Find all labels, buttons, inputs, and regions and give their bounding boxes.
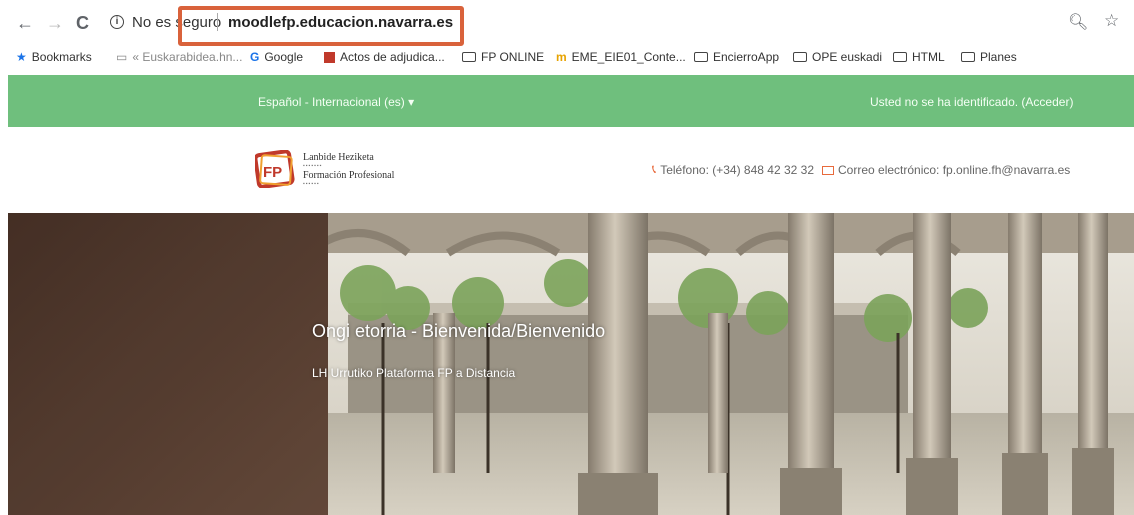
bookmark-label: Actos de adjudica... [340, 50, 445, 64]
bookmark-google[interactable]: G Google [250, 50, 303, 64]
bookmark-planes[interactable]: Planes [961, 50, 1017, 64]
reload-icon[interactable]: C [76, 14, 89, 32]
forward-arrow-icon[interactable]: → [46, 14, 64, 32]
google-icon: G [250, 50, 260, 64]
mail-icon [822, 166, 834, 175]
bookmark-label: Google [264, 50, 304, 64]
logo-line-1: Lanbide Heziketa [303, 152, 374, 163]
star-icon: ★ [16, 50, 27, 64]
bookmark-fp-online[interactable]: FP ONLINE [462, 50, 544, 64]
back-arrow-icon[interactable]: ← [16, 14, 34, 32]
phone-icon: 📞︎ [652, 162, 657, 176]
bookmark-label: HTML [912, 50, 945, 64]
bookmark-label: Planes [980, 50, 1017, 64]
bookmark-html[interactable]: HTML [893, 50, 945, 64]
red-square-icon [324, 51, 335, 63]
hero-cloister-image [8, 213, 1134, 515]
logo-text: Lanbide Heziketa ▪▪▪▪▪▪▪ Formación Profe… [303, 152, 394, 188]
page-icon: ▭ [116, 50, 128, 64]
hero-title: Ongi etorria - Bienvenida/Bienvenido [312, 321, 606, 341]
bookmark-actos[interactable]: Actos de adjudica... [324, 50, 445, 64]
hero-subtitle: LH Urrutiko Plataforma FP a Distancia [312, 366, 516, 380]
folder-icon [694, 52, 708, 62]
bookmark-ope-euskadi[interactable]: OPE euskadi [793, 50, 882, 64]
folder-icon [961, 52, 975, 62]
email-text[interactable]: Correo electrónico: fp.online.fh@navarra… [838, 163, 1070, 177]
language-selector[interactable]: Español - Internacional (es) ▾ [258, 95, 414, 109]
bookmarks-bar: ★ Bookmarks ▭ « Euskarabidea.hn... G Goo… [0, 46, 1134, 70]
bookmark-star-icon[interactable]: ☆ [1104, 11, 1119, 31]
bookmark-label: EncierroApp [713, 50, 780, 64]
bookmark-bookmarks[interactable]: ★ Bookmarks [16, 50, 92, 64]
bookmark-label: EME_EIE01_Conte... [571, 50, 686, 64]
bookmark-eme[interactable]: m EME_EIE01_Conte... [556, 50, 686, 64]
fp-logo[interactable]: FP [253, 149, 295, 189]
contact-info: 📞︎ Teléfono: (+34) 848 42 32 32 Correo e… [652, 162, 1070, 177]
bookmark-label: « Euskarabidea.hn... [132, 50, 243, 64]
folder-icon [793, 52, 807, 62]
bookmark-label: OPE euskadi [812, 50, 883, 64]
bookmark-label: FP ONLINE [481, 50, 545, 64]
folder-icon [462, 52, 476, 62]
logo-divider: ▪▪▪▪▪▪ [303, 182, 320, 187]
bookmark-label: Bookmarks [31, 50, 92, 64]
logo-line-2: Formación Profesional [303, 170, 395, 181]
logo-mark-text: FP [263, 164, 282, 181]
url-highlight-box [178, 6, 464, 46]
browser-toolbar: ← → C i No es seguro moodlefp.educacion.… [0, 0, 1134, 46]
folder-icon [893, 52, 907, 62]
zoom-icon[interactable]: 🔍︎ [1068, 12, 1088, 32]
bookmark-encierroapp[interactable]: EncierroApp [694, 50, 779, 64]
login-status-link[interactable]: Usted no se ha identificado. (Acceder) [870, 95, 1073, 109]
phone-text: Teléfono: (+34) 848 42 32 32 [660, 162, 814, 177]
bookmark-euskarabidea[interactable]: ▭ « Euskarabidea.hn... [116, 50, 242, 64]
info-icon[interactable]: i [110, 15, 124, 29]
moodle-icon: m [556, 50, 567, 64]
